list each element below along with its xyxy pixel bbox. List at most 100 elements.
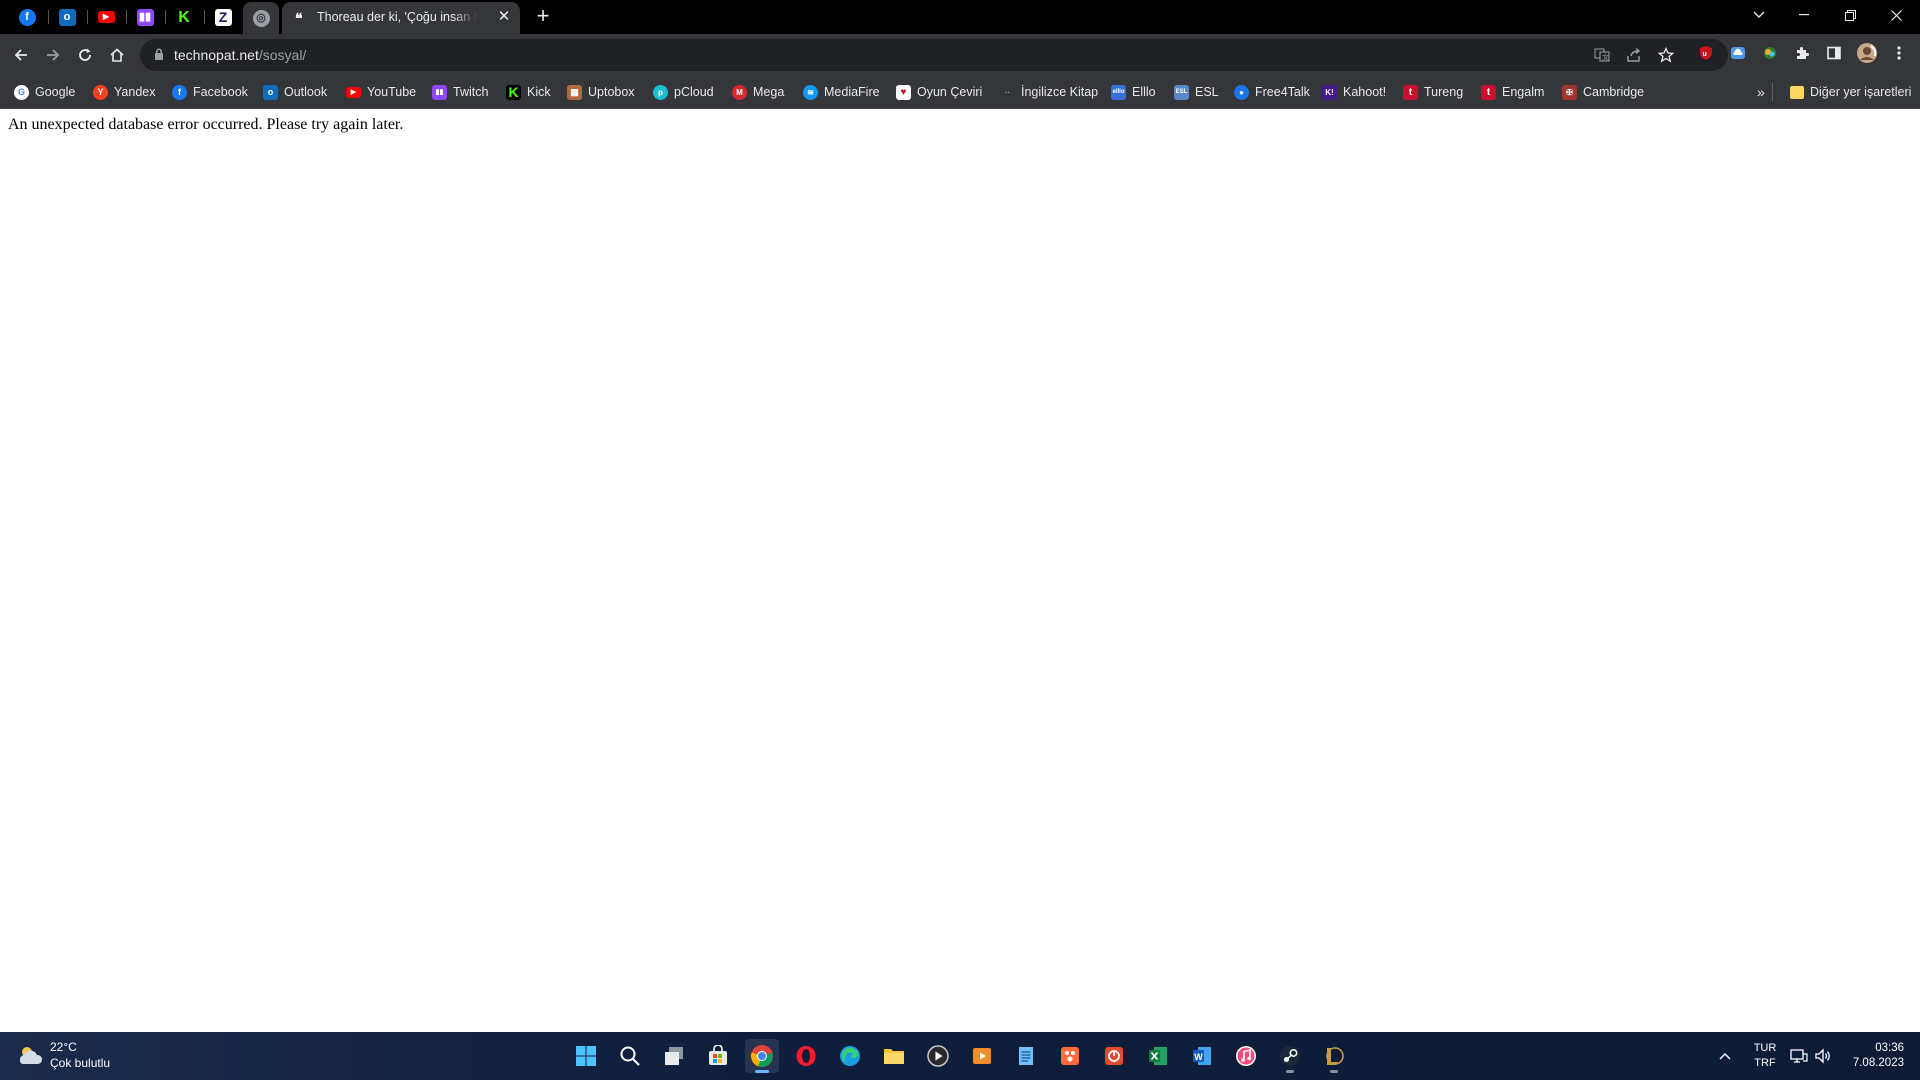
network-icon[interactable] <box>1788 1040 1810 1072</box>
bookmark-twitch[interactable]: ▮▮ Twitch <box>432 83 488 101</box>
weather-desc: Çok bulutlu <box>50 1056 111 1070</box>
pinned-tab-youtube[interactable]: ▶ <box>88 4 124 30</box>
video-app[interactable] <box>965 1039 999 1073</box>
bookmark-uptobox[interactable]: ▦ Uptobox <box>567 83 635 101</box>
lock-icon[interactable] <box>154 48 164 66</box>
notepad-app[interactable] <box>1009 1039 1043 1073</box>
bookmarks-overflow-button[interactable]: » <box>1757 83 1765 101</box>
bookmark-mega[interactable]: M Mega <box>732 83 784 101</box>
bookmark-mediafire[interactable]: ≋ MediaFire <box>803 83 880 101</box>
pinned-tab-facebook[interactable]: f <box>9 4 45 30</box>
media-player-app[interactable] <box>921 1039 955 1073</box>
office-app[interactable] <box>1097 1039 1131 1073</box>
bookmark-label: Tureng <box>1424 85 1464 99</box>
bookmark-elllo[interactable]: elllo Elllo <box>1111 83 1156 101</box>
weather-widget[interactable]: 22°C Çok bulutlu <box>16 1040 136 1072</box>
bookmark-youtube[interactable]: ▶ YouTube <box>346 83 416 101</box>
close-tab-icon[interactable]: ✕ <box>496 9 512 25</box>
side-panel-icon[interactable] <box>1825 44 1843 62</box>
windows-taskbar: 22°C Çok bulutlu W TUR TRF 03:36 7.08.20… <box>0 1032 1920 1080</box>
mega-icon: M <box>732 84 747 100</box>
bookmark-star-icon[interactable] <box>1657 46 1675 64</box>
tray-overflow-button[interactable] <box>1712 1040 1738 1072</box>
facebook-icon: f <box>18 8 36 26</box>
edge-app[interactable] <box>833 1039 867 1073</box>
steam-app[interactable] <box>1273 1039 1307 1073</box>
bookmark-esl[interactable]: ESL ESL <box>1174 83 1219 101</box>
bookmark-label: Uptobox <box>588 85 635 99</box>
bookmark-cambridge[interactable]: ✠ Cambridge <box>1562 83 1644 101</box>
back-button[interactable] <box>8 42 34 68</box>
puzzle-extensions-icon[interactable] <box>1793 44 1811 62</box>
chrome-menu-icon[interactable] <box>1890 44 1908 62</box>
paint-app[interactable] <box>1053 1039 1087 1073</box>
bookmark-tureng[interactable]: t Tureng <box>1403 83 1463 101</box>
word-app[interactable]: W <box>1185 1039 1219 1073</box>
bookmarks-divider <box>1772 83 1773 101</box>
ublock-extension-icon[interactable]: u <box>1697 44 1715 62</box>
bookmark-label: ESL <box>1195 85 1219 99</box>
start-button[interactable] <box>569 1039 603 1073</box>
pinned-tab-globe[interactable]: ◎ <box>243 2 279 34</box>
bookmark-label: MediaFire <box>824 85 880 99</box>
task-view-button[interactable] <box>657 1039 691 1073</box>
pinned-tab-outlook[interactable]: o <box>49 4 85 30</box>
excel-app[interactable] <box>1141 1039 1175 1073</box>
search-button[interactable] <box>613 1039 647 1073</box>
bookmark-label: Engalm <box>1502 85 1545 99</box>
url-text[interactable]: technopat.net/sosyal/ <box>174 47 306 63</box>
bookmark-label: Twitch <box>453 85 489 99</box>
bookmark-oyun-ceviri[interactable]: ♥ Oyun Çeviri <box>896 83 982 101</box>
close-window-button[interactable] <box>1873 0 1919 30</box>
bookmark-pcloud[interactable]: p pCloud <box>653 83 714 101</box>
address-bar[interactable]: technopat.net/sosyal/ 文 <box>140 39 1728 71</box>
bookmark-google[interactable]: G Google <box>14 83 75 101</box>
music-icon <box>1236 1046 1256 1066</box>
active-tab[interactable]: ❝ Thoreau der ki, 'Çoğu insan hayatını s… <box>282 2 520 34</box>
quote-icon: ❝ <box>295 12 303 27</box>
free4talk-icon: ● <box>1234 84 1249 100</box>
bookmark-ingilizce-kitap[interactable]: ·· İngilizce Kitap <box>1000 83 1098 101</box>
opera-app[interactable] <box>789 1039 823 1073</box>
bookmark-kick[interactable]: K Kick <box>506 83 551 101</box>
restore-button[interactable] <box>1827 0 1873 30</box>
svg-text:W: W <box>1194 1052 1203 1062</box>
explorer-app[interactable] <box>877 1039 911 1073</box>
share-icon[interactable] <box>1625 46 1643 64</box>
tab-search-button[interactable] <box>1736 0 1782 30</box>
home-button[interactable] <box>104 42 130 68</box>
other-bookmarks-folder[interactable]: Diğer yer işaretleri <box>1790 83 1911 101</box>
bookmark-outlook[interactable]: o Outlook <box>263 83 327 101</box>
bookmark-facebook[interactable]: f Facebook <box>172 83 248 101</box>
chrome-app[interactable] <box>745 1039 779 1073</box>
league-app[interactable] <box>1317 1039 1351 1073</box>
profile-avatar[interactable] <box>1856 42 1878 64</box>
input-language-indicator[interactable]: TUR TRF <box>1752 1041 1778 1071</box>
minimize-button[interactable] <box>1781 0 1827 30</box>
bookmark-label: İngilizce Kitap <box>1021 85 1099 99</box>
pinned-tab-kick[interactable]: K <box>166 4 202 30</box>
store-app[interactable] <box>701 1039 735 1073</box>
itunes-app[interactable] <box>1229 1039 1263 1073</box>
bookmark-free4talk[interactable]: ● Free4Talk <box>1234 83 1310 101</box>
kick-icon: K <box>506 84 521 100</box>
bookmark-yandex[interactable]: Y Yandex <box>93 83 155 101</box>
reload-button[interactable] <box>72 42 98 68</box>
volume-icon[interactable] <box>1812 1040 1834 1072</box>
bookmark-label: pCloud <box>674 85 714 99</box>
facebook-icon: f <box>172 84 187 100</box>
pinned-tab-zeta[interactable]: Z <box>205 4 241 30</box>
bookmark-engalm[interactable]: t Engalm <box>1481 83 1544 101</box>
kick-icon: K <box>175 8 193 26</box>
forward-button[interactable] <box>40 42 66 68</box>
system-clock[interactable]: 03:36 7.08.2023 <box>1840 1041 1904 1071</box>
bookmark-label: YouTube <box>367 85 417 99</box>
bookmark-label: Oyun Çeviri <box>917 85 983 99</box>
new-tab-button[interactable]: + <box>532 5 554 27</box>
translate-icon[interactable]: 文 <box>1593 46 1611 64</box>
cloud-extension-icon[interactable] <box>1729 44 1747 62</box>
bookmark-kahoot[interactable]: K! Kahoot! <box>1322 83 1386 101</box>
leaf-extension-icon[interactable] <box>1761 44 1779 62</box>
pinned-tab-twitch[interactable]: ▮▮ <box>127 4 163 30</box>
bookmark-label: Facebook <box>193 85 248 99</box>
